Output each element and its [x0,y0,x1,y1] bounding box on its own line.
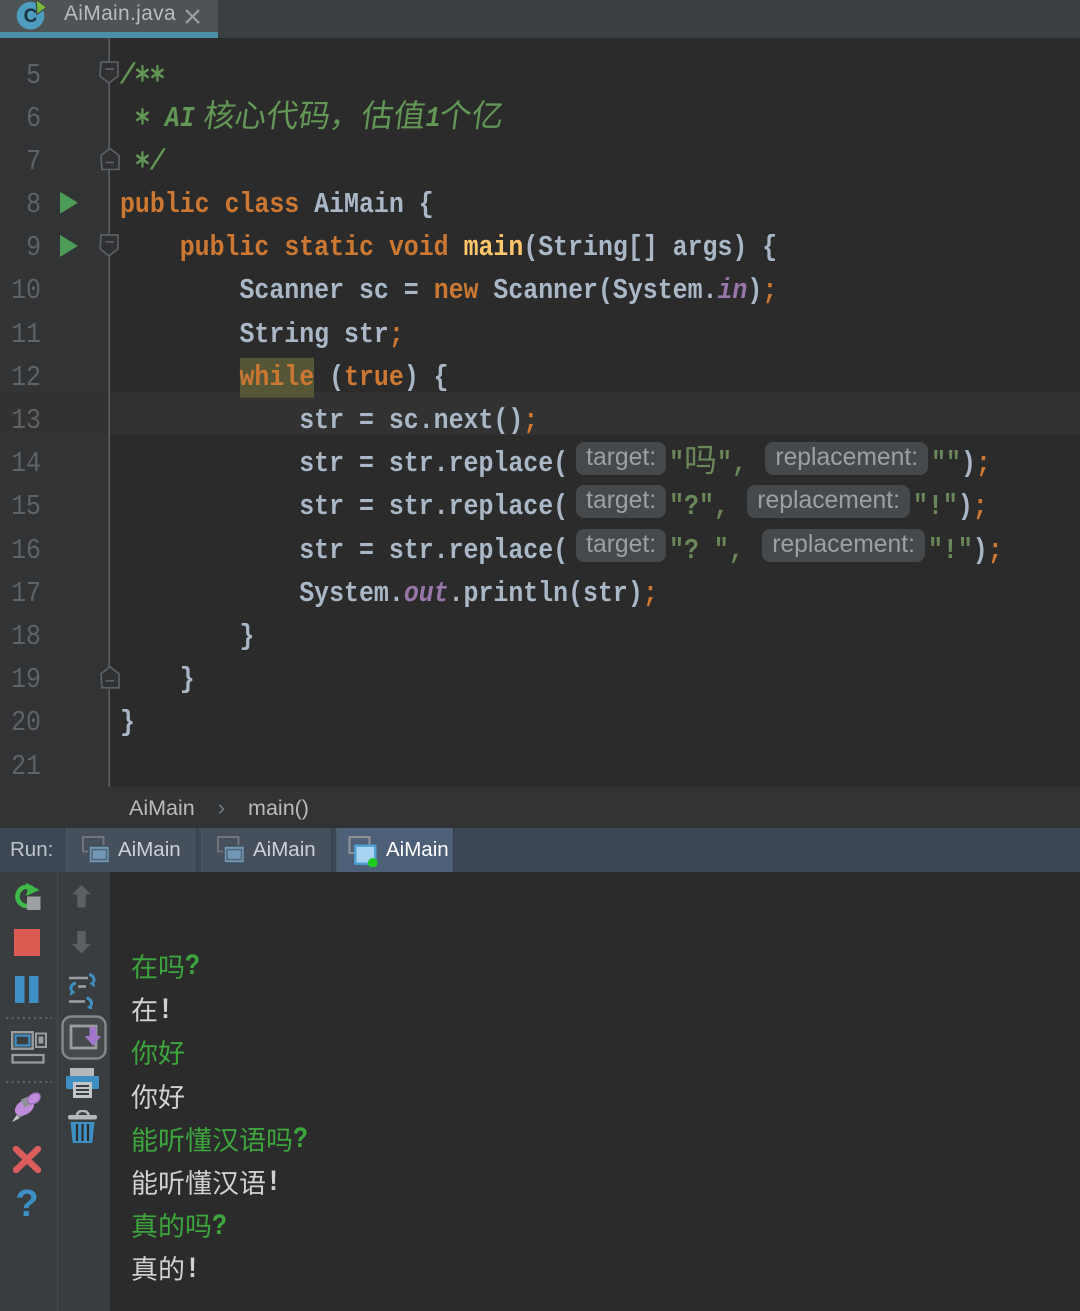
svg-text:?: ? [15,1184,38,1225]
